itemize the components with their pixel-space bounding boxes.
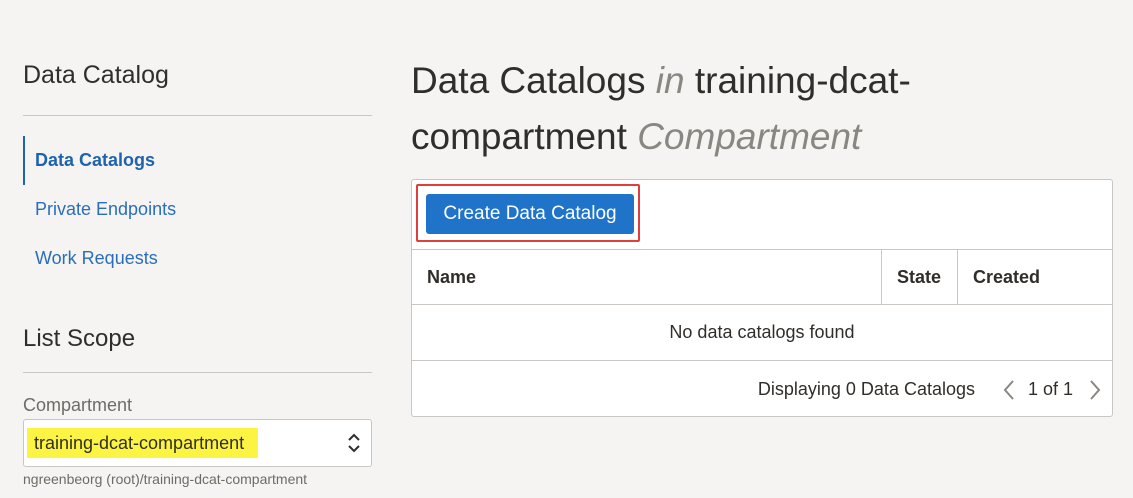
compartment-path: ngreenbeorg (root)/training-dcat-compart… — [23, 471, 308, 487]
list-scope-title: List Scope — [23, 325, 136, 352]
compartment-select[interactable]: training-dcat-compartment — [23, 419, 372, 467]
sidebar-item-private-endpoints[interactable]: Private Endpoints — [23, 185, 372, 234]
sidebar-nav: Data Catalogs Private Endpoints Work Req… — [23, 136, 372, 283]
page-indicator: 1 of 1 — [1028, 379, 1074, 399]
divider — [23, 115, 372, 116]
column-header-name[interactable]: Name — [412, 250, 881, 304]
empty-table-message: No data catalogs found — [412, 305, 1112, 361]
page-title-in: in — [655, 60, 685, 101]
sidebar-item-work-requests[interactable]: Work Requests — [23, 234, 372, 283]
page-title-suffix: Compartment — [637, 116, 862, 157]
create-data-catalog-button[interactable]: Create Data Catalog — [426, 194, 634, 234]
chevron-up-down-icon — [348, 433, 360, 453]
table-header: Name State Created — [412, 249, 1112, 305]
sidebar-item-data-catalogs[interactable]: Data Catalogs — [23, 136, 372, 185]
column-header-created[interactable]: Created — [958, 250, 1112, 304]
page-title-prefix: Data Catalogs — [411, 60, 646, 101]
sidebar-title: Data Catalog — [23, 61, 169, 89]
compartment-select-value: training-dcat-compartment — [27, 428, 259, 458]
column-header-state[interactable]: State — [881, 250, 958, 304]
chevron-right-icon[interactable] — [1087, 378, 1103, 402]
divider — [23, 372, 372, 373]
table-footer: Displaying 0 Data Catalogs 1 of 1 — [412, 361, 1112, 417]
compartment-label: Compartment — [23, 395, 133, 415]
data-catalogs-panel: Create Data Catalog Name State Created N… — [411, 179, 1113, 417]
display-count: Displaying 0 Data Catalogs — [757, 379, 975, 399]
page-title: Data Catalogs in training-dcat-compartme… — [411, 53, 971, 165]
chevron-left-icon[interactable] — [1001, 378, 1017, 402]
